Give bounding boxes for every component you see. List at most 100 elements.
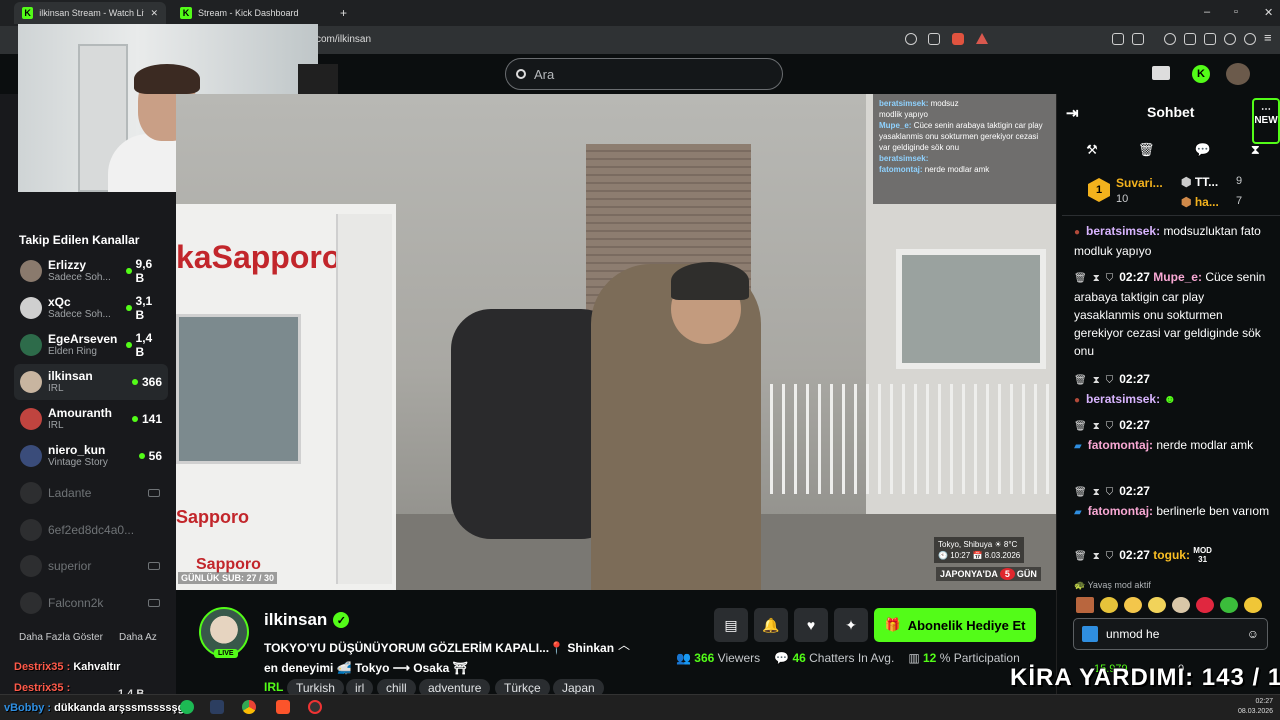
chat-username[interactable]: Mupe_e: [1153, 270, 1202, 284]
trash-icon[interactable]: 🗑 [1074, 375, 1087, 386]
hammer-icon[interactable]: ⚒ [1086, 142, 1098, 158]
user-avatar[interactable] [1226, 63, 1250, 85]
sidebar-item-xqc[interactable]: xQc Sadece Soh... 3,1 B [14, 290, 168, 326]
url-field[interactable]: com/ilkinsan [316, 34, 371, 45]
browser-tab-dashboard[interactable]: K Stream - Kick Dashboard [172, 2, 332, 24]
show-less-button[interactable]: Daha Az [119, 632, 157, 643]
calculator-icon[interactable] [210, 700, 224, 714]
sidebar-item-amouranth[interactable]: Amouranth IRL 141 [14, 401, 168, 437]
sidebar-item-ilkinsan[interactable]: ilkinsan IRL 366 [14, 364, 168, 400]
gift-subscription-button[interactable]: 🎁 Abonelik Hediye Et [874, 608, 1036, 642]
hourglass-icon[interactable]: ⧗ [1093, 421, 1100, 432]
emoji-icon[interactable]: ☺ [1247, 627, 1259, 641]
emote-icon[interactable] [1172, 597, 1190, 613]
sidebar-item-falconn2k[interactable]: Falconn2k [14, 585, 168, 621]
trash-icon[interactable]: 🗑 [1074, 551, 1087, 562]
minimize-button[interactable]: – [1204, 6, 1210, 18]
hourglass-icon[interactable]: ⧗ [1093, 487, 1100, 498]
viewer-count-value: 141 [141, 412, 162, 426]
hourglass-icon[interactable]: ⧗ [1093, 551, 1100, 562]
collapse-chat-icon[interactable]: ⇥ [1066, 104, 1079, 122]
emote-icon[interactable] [1220, 597, 1238, 613]
vpn-icon[interactable] [1244, 33, 1256, 45]
emote-icon[interactable] [1148, 597, 1166, 613]
follow-button[interactable]: ♥ [794, 608, 828, 642]
vending-logo-lower: Sapporo [176, 507, 250, 527]
spotify-icon[interactable] [180, 700, 194, 714]
chevron-up-icon[interactable]: ︿ [618, 636, 630, 653]
leader-name[interactable]: Suvari... [1116, 176, 1163, 190]
kick-mod-icon[interactable] [1152, 66, 1170, 80]
chat-input[interactable]: unmod he ☺ [1073, 618, 1268, 650]
emote-icon[interactable] [1244, 597, 1262, 613]
overlay-chat-line: modlik yapıyo [879, 110, 928, 119]
streamer-name[interactable]: ilkinsan ✓ [264, 610, 350, 630]
notifications-button[interactable]: 🔔 [754, 608, 788, 642]
channel-name: Erlizzy [48, 258, 87, 272]
sidebar-item-6ef2ed8dc4a0[interactable]: 6ef2ed8dc4a0... [14, 512, 168, 548]
new-tab-button[interactable]: + [340, 6, 347, 20]
chat-username[interactable]: fatomontaj: [1088, 438, 1153, 452]
emote-icon[interactable] [1076, 597, 1094, 613]
sidebar-item-ladante[interactable]: Ladante [14, 475, 168, 511]
screenshot-icon[interactable] [1132, 33, 1144, 45]
sparkle-button[interactable]: ✦ [834, 608, 868, 642]
emote-icon[interactable] [1100, 597, 1118, 613]
share-icon[interactable] [928, 33, 940, 45]
trash-icon[interactable]: 🗑 [1074, 487, 1087, 498]
extensions-icon[interactable] [1112, 33, 1124, 45]
chat-username[interactable]: beratsimsek: [1086, 224, 1160, 238]
sidebar-item-superior[interactable]: superior [14, 548, 168, 584]
gift-subscription-label: Abonelik Hediye Et [907, 617, 1026, 633]
browser-tab-ilkinsan[interactable]: K ilkinsan Stream - Watch Live o ✕ [14, 2, 166, 24]
chat-username[interactable]: toguk: [1153, 548, 1190, 562]
chat-bubble-icon[interactable]: 💬 [1194, 142, 1210, 158]
wallet-icon[interactable] [1204, 33, 1216, 45]
video-player[interactable]: kaSapporo Sapporo Sapporo beratsimsek: m… [176, 94, 1056, 590]
obs-icon[interactable] [308, 700, 322, 714]
leader-name[interactable]: ⬢ ha... [1181, 195, 1219, 209]
trash-icon[interactable]: 🗑 [1074, 273, 1087, 284]
clip-button[interactable]: ▤ [714, 608, 748, 642]
live-dot [138, 453, 145, 459]
maximize-button[interactable]: ▫ [1234, 6, 1238, 18]
chat-username[interactable]: fatomontaj: [1088, 504, 1153, 518]
emote-icon[interactable] [1124, 597, 1142, 613]
kick-points-icon[interactable]: K [1192, 65, 1210, 83]
brave-rewards-icon[interactable] [976, 33, 988, 44]
window-close-button[interactable]: ✕ [1264, 6, 1273, 19]
chat-input-text: unmod he [1106, 627, 1160, 641]
search-input[interactable]: Ara [505, 58, 783, 90]
trash-icon[interactable]: 🗑 [1074, 421, 1087, 432]
sidebar-item-egearseven[interactable]: EgeArseven Elden Ring 1,4 B [14, 327, 168, 363]
taskbar-clock[interactable]: 02:27 08.03.2026 [1238, 697, 1273, 717]
zoom-icon[interactable] [905, 33, 917, 45]
chrome-icon[interactable] [242, 700, 256, 714]
close-icon[interactable]: ✕ [150, 8, 158, 19]
menu-icon[interactable]: ≡ [1264, 30, 1272, 45]
chat-username[interactable]: beratsimsek: [1086, 392, 1160, 406]
mod-sword-icon: ▰ [1074, 507, 1082, 518]
leo-icon[interactable] [1224, 33, 1236, 45]
trash-icon[interactable]: 🗑 [1138, 142, 1155, 158]
mod-sword-icon [1082, 626, 1098, 642]
chat-options-button[interactable]: ⋯ NEW [1252, 98, 1280, 144]
chat-message: 🗑 ⧗ ⛉ 02:27 ▰ fatomontaj: nerde modlar amk [1074, 416, 1272, 456]
hourglass-icon[interactable]: ⧗ [1093, 375, 1100, 386]
participation-stat: ▥ 12 % Participation [908, 651, 1020, 665]
bell-icon: 🔔 [762, 616, 780, 633]
sidebar-item-niero-kun[interactable]: niero_kun Vintage Story 56 [14, 438, 168, 474]
brave-icon[interactable] [276, 700, 290, 714]
show-more-button[interactable]: Daha Fazla Göster [19, 632, 103, 643]
sidebar-toggle-icon[interactable] [1184, 33, 1196, 45]
brave-shield-icon[interactable] [952, 33, 964, 45]
offline-icon [148, 489, 160, 497]
leader-name[interactable]: ⬢ TT... [1181, 175, 1218, 189]
stream-chat-overlay: beratsimsek: modsuz modlik yapıyo Mupe_e… [873, 94, 1056, 204]
emote-icon[interactable] [1196, 597, 1214, 613]
hourglass-icon[interactable]: ⧗ [1251, 142, 1260, 158]
stream-category[interactable]: IRL [264, 680, 283, 694]
music-icon[interactable] [1164, 33, 1176, 45]
sidebar-item-erlizzy[interactable]: Erlizzy Sadece Soh... 9,6 B [14, 253, 168, 289]
hourglass-icon[interactable]: ⧗ [1093, 273, 1100, 284]
